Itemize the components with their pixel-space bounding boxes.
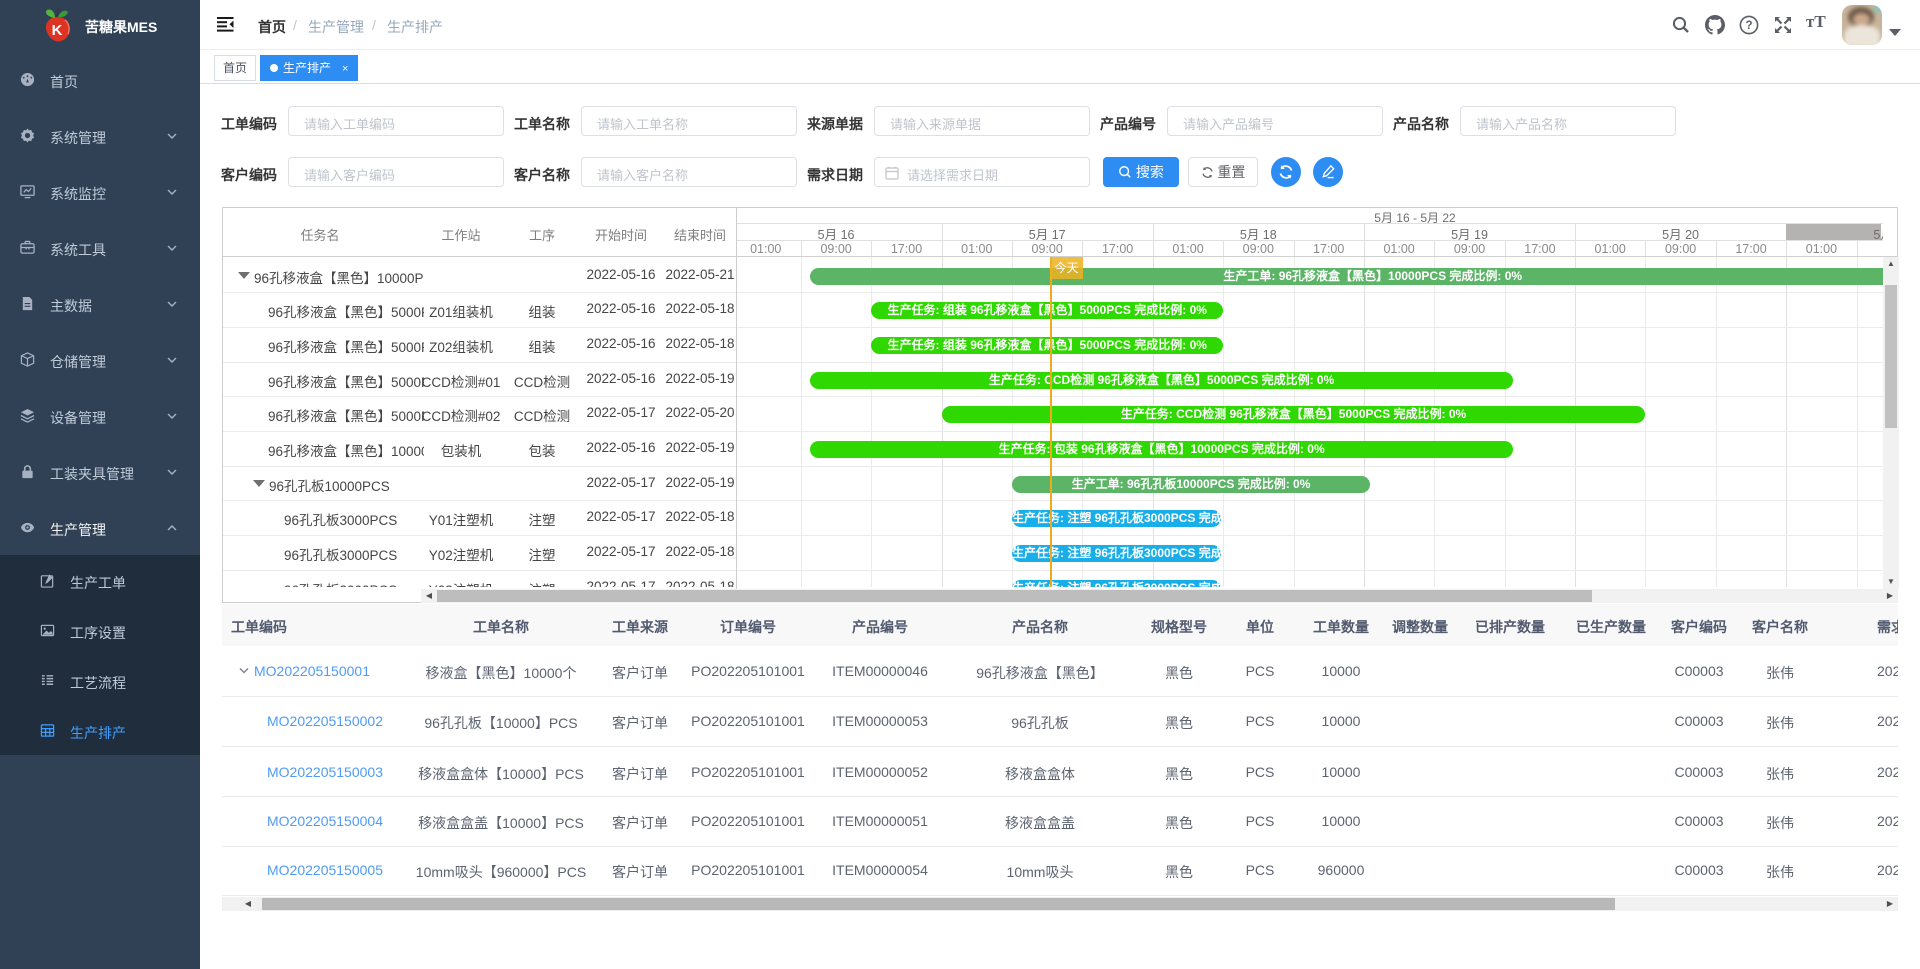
- svg-text:?: ?: [1745, 20, 1752, 32]
- svg-text:K: K: [52, 22, 63, 39]
